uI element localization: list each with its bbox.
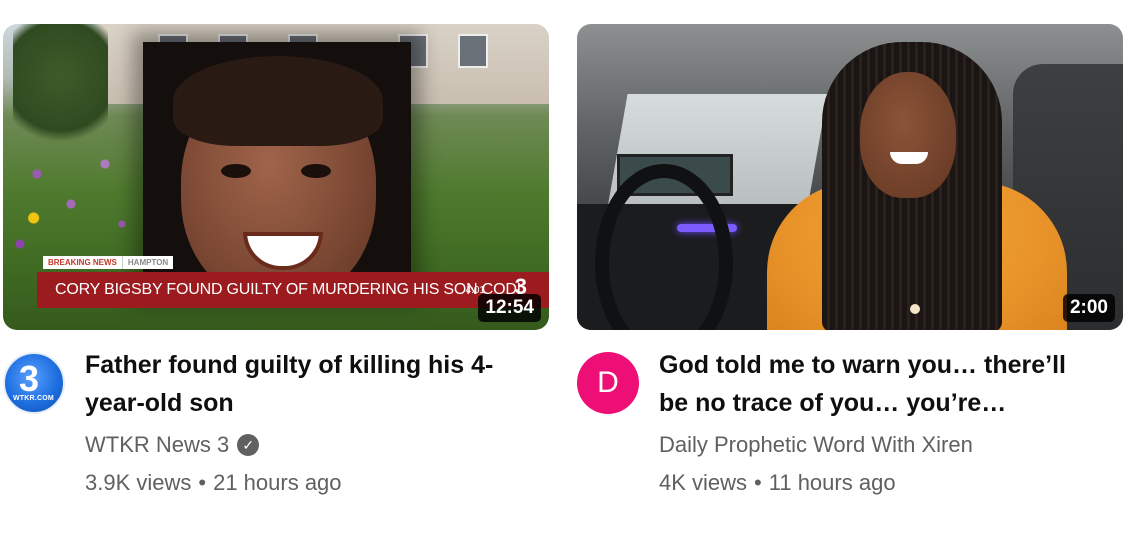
child-portrait [143, 42, 411, 302]
video-meta: D God told me to warn you… there’ll be n… [577, 351, 1123, 496]
channel-name[interactable]: WTKR News 3 [85, 432, 229, 458]
duration-badge: 2:00 [1062, 294, 1115, 322]
video-card[interactable]: 2:00 D God told me to warn you… there’ll… [577, 24, 1123, 496]
channel-avatar[interactable]: D [577, 352, 639, 414]
video-stats: 3.9K views • 21 hours ago [85, 470, 525, 496]
thumbnail-image: BREAKING NEWS HAMPTON CORY BIGSBY FOUND … [3, 24, 549, 330]
separator-dot: • [198, 470, 207, 495]
news-headline: CORY BIGSBY FOUND GUILTY OF MURDERING HI… [55, 281, 521, 298]
upload-age: 11 hours ago [768, 470, 896, 495]
separator-dot: • [754, 470, 762, 495]
video-title[interactable]: God told me to warn you… there’ll be no … [659, 346, 1099, 422]
news-lower-third: CORY BIGSBY FOUND GUILTY OF MURDERING HI… [37, 272, 549, 308]
thumbnail-image [577, 24, 1123, 330]
check-circle-icon: ✓ [237, 434, 260, 456]
upload-age: 21 hours ago [213, 470, 342, 495]
channel-name[interactable]: Daily Prophetic Word With Xiren [659, 432, 973, 458]
video-title[interactable]: Father found guilty of killing his 4-yea… [85, 346, 525, 422]
view-count: 4K views [659, 470, 748, 495]
channel-avatar[interactable]: 3 WTKR.COM [3, 352, 65, 414]
video-meta: 3 WTKR.COM Father found guilty of killin… [3, 351, 549, 496]
video-thumbnail[interactable]: BREAKING NEWS HAMPTON CORY BIGSBY FOUND … [3, 24, 549, 330]
video-card[interactable]: BREAKING NEWS HAMPTON CORY BIGSBY FOUND … [3, 24, 549, 496]
channel-name-row[interactable]: Daily Prophetic Word With Xiren [659, 432, 1099, 458]
breaking-news-tag: BREAKING NEWS HAMPTON [43, 256, 174, 269]
duration-badge: 12:54 [478, 294, 541, 322]
channel-name-row[interactable]: WTKR News 3 ✓ [85, 432, 525, 458]
view-count: 3.9K views [85, 470, 192, 495]
video-stats: 4K views • 11 hours ago [659, 470, 1099, 496]
video-thumbnail[interactable]: 2:00 [577, 24, 1123, 330]
